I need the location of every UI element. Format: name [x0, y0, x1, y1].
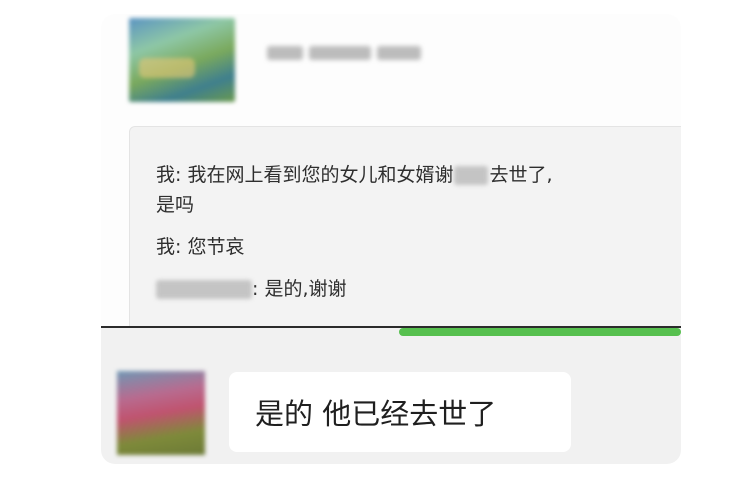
- quote-line-1-tail: 去世了,: [489, 164, 553, 186]
- quote-line-3-text: : 是的,谢谢: [252, 278, 347, 300]
- blurred-contact-name: [156, 280, 252, 299]
- quoted-conversation: 我: 我在网上看到您的女儿和女婿谢 去世了, 是吗 我: 您节哀 : 是的,谢谢: [129, 126, 681, 336]
- quote-line-1: 我: 我在网上看到您的女儿和女婿谢 去世了,: [156, 161, 553, 190]
- quote-line-1-text: 我: 我在网上看到您的女儿和女婿谢: [156, 164, 454, 186]
- chat-screenshot: 我: 我在网上看到您的女儿和女婿谢 去世了, 是吗 我: 您节哀 : 是的,谢谢 …: [101, 14, 681, 464]
- quote-line-2: 我: 您节哀: [156, 236, 245, 258]
- blurred-sender-name: [267, 40, 433, 66]
- message-text: 是的 他已经去世了: [255, 397, 497, 431]
- chat-area: 是的 他已经去世了: [101, 328, 681, 464]
- quote-line-3: : 是的,谢谢: [156, 275, 346, 304]
- message-bubble[interactable]: 是的 他已经去世了: [229, 372, 571, 452]
- green-highlight-bar: [399, 328, 681, 336]
- quote-line-1-continued: 是吗: [156, 194, 195, 216]
- blurred-name-fragment: [454, 166, 489, 185]
- sender-avatar[interactable]: [129, 18, 235, 102]
- forwarded-message-card[interactable]: 我: 我在网上看到您的女儿和女婿谢 去世了, 是吗 我: 您节哀 : 是的,谢谢: [101, 14, 681, 336]
- contact-avatar[interactable]: [117, 371, 205, 455]
